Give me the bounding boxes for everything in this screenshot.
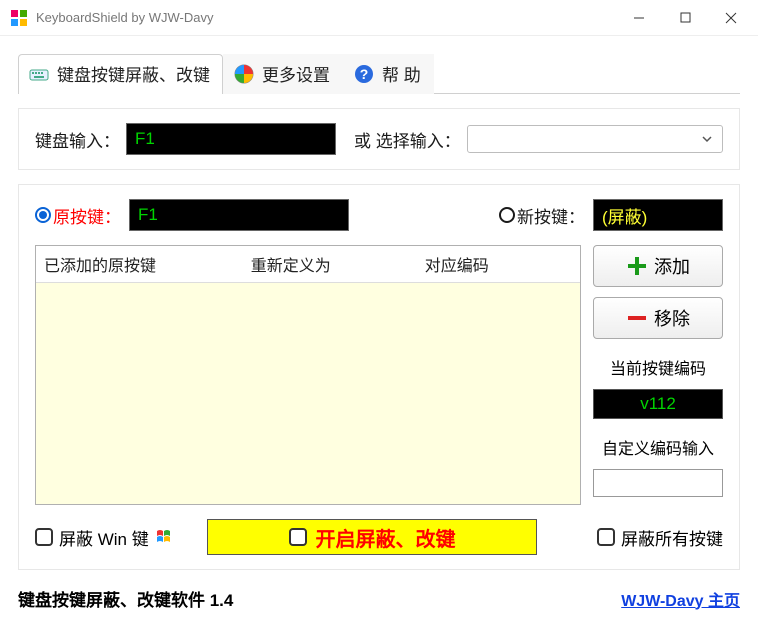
- panel-key-mapping: 原按键： F1 新按键： (屏蔽) 已添加的原按键 重新定义为 对应编码: [18, 184, 740, 570]
- or-select-label: 或 选择输入：: [354, 127, 461, 152]
- content-area: 键盘按键屏蔽、改键 更多设置 ? 帮 助 键盘输入： F1 或 选择输入：: [0, 36, 758, 576]
- window-title: KeyboardShield by WJW-Davy: [36, 10, 616, 25]
- radio-new-key[interactable]: 新按键：: [499, 203, 585, 228]
- original-key-value: F1: [138, 205, 158, 225]
- keyboard-icon: [29, 64, 49, 84]
- key-select-dropdown[interactable]: [467, 125, 723, 153]
- shield-all-checkbox[interactable]: 屏蔽所有按键: [597, 525, 723, 550]
- col-original-key: 已添加的原按键: [36, 246, 243, 282]
- tab-label: 键盘按键屏蔽、改键: [57, 61, 210, 86]
- panel-keyboard-input: 键盘输入： F1 或 选择输入：: [18, 108, 740, 170]
- remove-button-label: 移除: [654, 305, 690, 331]
- app-icon: [10, 9, 28, 27]
- list-body: [36, 283, 580, 504]
- shield-win-label: 屏蔽 Win 键: [59, 525, 149, 550]
- original-key-field[interactable]: F1: [129, 199, 349, 231]
- main-toggle-button[interactable]: 开启屏蔽、改键: [207, 519, 537, 555]
- titlebar: KeyboardShield by WJW-Davy: [0, 0, 758, 36]
- svg-text:?: ?: [360, 66, 369, 82]
- list-header: 已添加的原按键 重新定义为 对应编码: [36, 246, 580, 283]
- add-button[interactable]: 添加: [593, 245, 723, 287]
- plus-icon: [626, 255, 648, 277]
- col-redefined-as: 重新定义为: [243, 246, 417, 282]
- shield-win-checkbox[interactable]: 屏蔽 Win 键: [35, 525, 173, 550]
- window-controls: [616, 3, 754, 33]
- close-button[interactable]: [708, 3, 754, 33]
- radio-icon: [35, 207, 51, 223]
- footer: 键盘按键屏蔽、改键软件 1.4 WJW-Davy 主页: [0, 576, 758, 611]
- custom-code-label: 自定义编码输入: [593, 435, 723, 459]
- shield-all-label: 屏蔽所有按键: [621, 525, 723, 550]
- new-key-label: 新按键：: [517, 203, 585, 228]
- original-key-label: 原按键：: [53, 203, 121, 228]
- remove-button[interactable]: 移除: [593, 297, 723, 339]
- chevron-down-icon: [700, 132, 714, 146]
- col-code: 对应编码: [417, 246, 580, 282]
- checkbox-icon: [35, 528, 53, 546]
- minimize-button[interactable]: [616, 3, 662, 33]
- side-column: 添加 移除 当前按键编码 v112 自定义编码输入: [593, 245, 723, 505]
- tab-label: 帮 助: [382, 61, 421, 86]
- windows-flag-icon: [155, 528, 173, 546]
- tab-more-settings[interactable]: 更多设置: [223, 54, 343, 94]
- keyboard-input-value: F1: [135, 129, 155, 149]
- custom-code-input[interactable]: [593, 469, 723, 497]
- keyboard-input-field[interactable]: F1: [126, 123, 336, 155]
- tabstrip: 键盘按键屏蔽、改键 更多设置 ? 帮 助: [18, 54, 740, 94]
- current-code-value: v112: [593, 389, 723, 419]
- new-key-field[interactable]: (屏蔽): [593, 199, 723, 231]
- key-mapping-list[interactable]: 已添加的原按键 重新定义为 对应编码: [35, 245, 581, 505]
- settings-icon: [234, 64, 254, 84]
- tab-help[interactable]: ? 帮 助: [343, 54, 434, 94]
- tab-label: 更多设置: [262, 61, 330, 86]
- tab-keyboard-shield[interactable]: 键盘按键屏蔽、改键: [18, 54, 223, 94]
- keyboard-input-label: 键盘输入：: [35, 127, 120, 152]
- help-icon: ?: [354, 64, 374, 84]
- checkbox-icon: [289, 528, 307, 546]
- new-key-value: (屏蔽): [602, 203, 647, 228]
- main-toggle-label: 开启屏蔽、改键: [315, 523, 455, 552]
- maximize-button[interactable]: [662, 3, 708, 33]
- current-code-label: 当前按键编码: [593, 355, 723, 379]
- version-label: 键盘按键屏蔽、改键软件 1.4: [18, 586, 233, 611]
- add-button-label: 添加: [654, 253, 690, 279]
- radio-original-key[interactable]: 原按键：: [35, 203, 121, 228]
- homepage-link[interactable]: WJW-Davy 主页: [621, 587, 740, 611]
- radio-icon: [499, 207, 515, 223]
- minus-icon: [626, 307, 648, 329]
- checkbox-icon: [597, 528, 615, 546]
